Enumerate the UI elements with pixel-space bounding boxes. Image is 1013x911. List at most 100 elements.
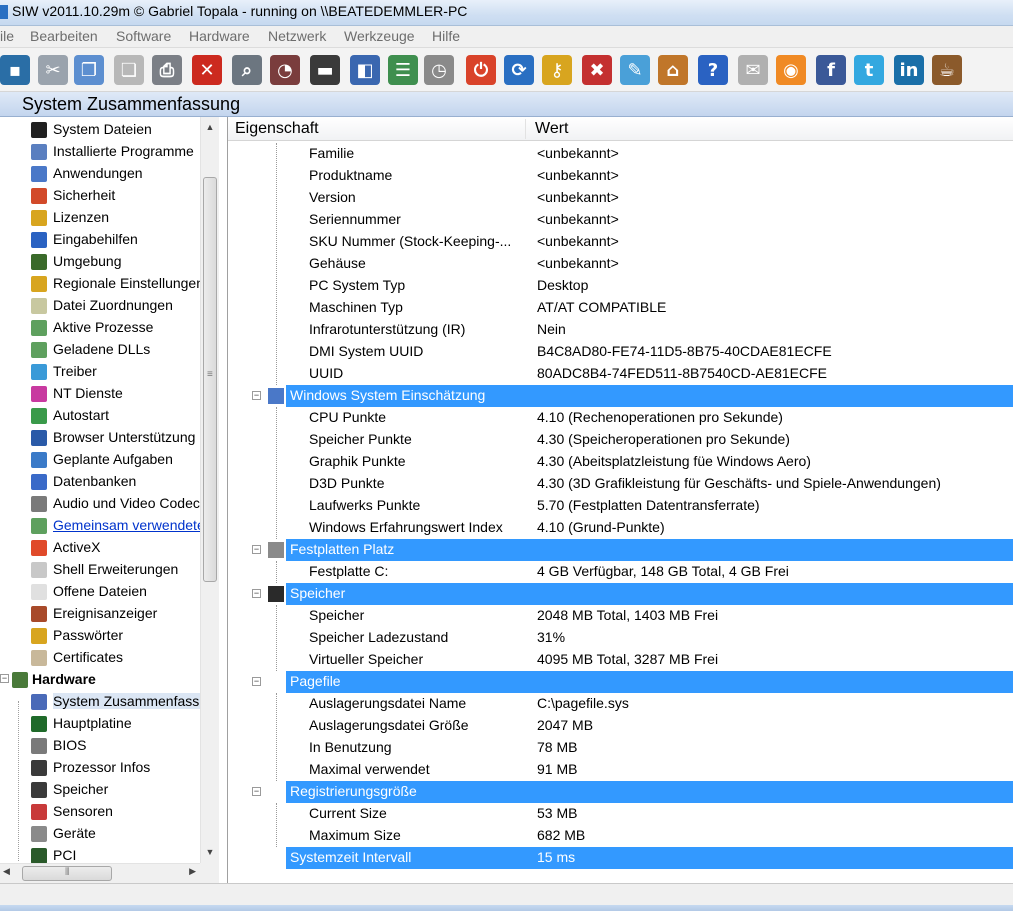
table-row[interactable]: Speicher Ladezustand 31% [228, 627, 1013, 649]
navigation-tree[interactable]: System Dateien Installierte Programme Anwe… [0, 117, 219, 883]
gauge-icon[interactable]: ◔ [270, 55, 300, 85]
tree-item[interactable]: Installierte Programme [0, 141, 200, 163]
tree-item[interactable]: Treiber [0, 361, 200, 383]
tree-item[interactable]: Browser Unterstützung [0, 427, 200, 449]
collapse-toggle-icon[interactable]: − [252, 677, 261, 686]
tree-item[interactable]: Eingabehilfen [0, 229, 200, 251]
column-header-property[interactable]: Eigenschaft [235, 120, 319, 138]
tree-item[interactable]: Geräte [0, 823, 200, 845]
tree-item[interactable]: Autostart [0, 405, 200, 427]
tree-vertical-scrollbar[interactable]: ▲ ≡ ▼ [200, 117, 219, 863]
table-row[interactable]: Maschinen Typ AT/AT COMPATIBLE [228, 297, 1013, 319]
linkedin-icon[interactable]: in [894, 55, 924, 85]
shutdown-icon[interactable]: ⏻ [466, 55, 496, 85]
menu-item-6[interactable]: Hilfe [432, 28, 460, 44]
copy-icon[interactable]: ❐ [74, 55, 104, 85]
table-row[interactable]: In Benutzung 78 MB [228, 737, 1013, 759]
table-row[interactable]: CPU Punkte 4.10 (Rechenoperationen pro Se… [228, 407, 1013, 429]
table-row[interactable]: Graphik Punkte 4.30 (Abeitsplatzleistung … [228, 451, 1013, 473]
group-row[interactable]: − Festplatten Platz [228, 539, 1013, 561]
home-icon[interactable]: ⌂ [658, 55, 688, 85]
table-row[interactable]: Produktname <unbekannt> [228, 165, 1013, 187]
help-icon[interactable]: ? [698, 55, 728, 85]
group-row[interactable]: − Speicher [228, 583, 1013, 605]
tree-item[interactable]: Datenbanken [0, 471, 200, 493]
tree-item[interactable]: System Zusammenfassung [0, 691, 200, 713]
list-icon[interactable]: ☰ [388, 55, 418, 85]
tree-item[interactable]: Speicher [0, 779, 200, 801]
group-row[interactable]: − Windows System Einschätzung [228, 385, 1013, 407]
collapse-toggle-icon[interactable]: − [0, 674, 9, 683]
tree-item[interactable]: Sicherheit [0, 185, 200, 207]
tree-item[interactable]: Umgebung [0, 251, 200, 273]
table-row[interactable]: Festplatte C: 4 GB Verfügbar, 148 GB Tota… [228, 561, 1013, 583]
table-row[interactable]: Auslagerungsdatei Name C:\pagefile.sys [228, 693, 1013, 715]
table-row[interactable]: UUID 80ADC8B4-74FED511-8B7540CD-AE81ECFE [228, 363, 1013, 385]
search-icon[interactable]: ⌕ [232, 55, 262, 85]
group-row[interactable]: − Pagefile [228, 671, 1013, 693]
mail-icon[interactable]: ✉ [738, 55, 768, 85]
table-row[interactable]: Current Size 53 MB [228, 803, 1013, 825]
key-icon[interactable]: ⚷ [542, 55, 572, 85]
table-row[interactable]: Maximum Size 682 MB [228, 825, 1013, 847]
column-separator[interactable] [525, 119, 526, 139]
coffee-icon[interactable]: ☕ [932, 55, 962, 85]
tree-item[interactable]: Lizenzen [0, 207, 200, 229]
tree-item[interactable]: BIOS [0, 735, 200, 757]
menu-item-1[interactable]: Bearbeiten [30, 28, 98, 44]
table-row[interactable]: Speicher Punkte 4.30 (Speicheroperationen… [228, 429, 1013, 451]
tree-horizontal-scrollbar[interactable]: ◀ ⦀ ▶ [0, 863, 200, 883]
menu-item-3[interactable]: Hardware [189, 28, 250, 44]
table-row[interactable]: Infrarotunterstützung (IR) Nein [228, 319, 1013, 341]
scroll-thumb[interactable]: ≡ [203, 177, 217, 582]
tree-item[interactable]: Geplante Aufgaben [0, 449, 200, 471]
monitor-icon[interactable]: ▬ [310, 55, 340, 85]
refresh-icon[interactable]: ⟳ [504, 55, 534, 85]
tree-item[interactable]: Offene Dateien [0, 581, 200, 603]
table-row[interactable]: PC System Typ Desktop [228, 275, 1013, 297]
table-row[interactable]: Windows Erfahrungswert Index 4.10 (Grund-… [228, 517, 1013, 539]
table-row[interactable]: Auslagerungsdatei Größe 2047 MB [228, 715, 1013, 737]
scroll-left-arrow-icon[interactable]: ◀ [3, 866, 10, 877]
network-icon[interactable]: ◧ [350, 55, 380, 85]
tree-item[interactable]: Ereignisanzeiger [0, 603, 200, 625]
facebook-icon[interactable]: f [816, 55, 846, 85]
cut-icon[interactable]: ✂ [38, 55, 68, 85]
tree-item[interactable]: Prozessor Infos [0, 757, 200, 779]
tree-item[interactable]: − Hardware [0, 669, 200, 691]
stop-icon[interactable]: ✕ [192, 55, 222, 85]
table-row[interactable]: DMI System UUID B4C8AD80-FE74-11D5-8B75-4… [228, 341, 1013, 363]
table-row[interactable]: D3D Punkte 4.30 (3D Grafikleistung für Ge… [228, 473, 1013, 495]
table-row[interactable]: Virtueller Speicher 4095 MB Total, 3287 M… [228, 649, 1013, 671]
scroll-down-arrow-icon[interactable]: ▼ [201, 844, 219, 861]
menu-item-2[interactable]: Software [116, 28, 171, 44]
table-row[interactable]: Laufwerks Punkte 5.70 (Festplatten Datent… [228, 495, 1013, 517]
tree-item[interactable]: Hauptplatine [0, 713, 200, 735]
collapse-toggle-icon[interactable]: − [252, 391, 261, 400]
menu-item-4[interactable]: Netzwerk [268, 28, 326, 44]
group-row[interactable]: Systemzeit Intervall 15 ms [228, 847, 1013, 869]
group-row[interactable]: − Registrierungsgröße [228, 781, 1013, 803]
horizontal-scroll-thumb[interactable]: ⦀ [22, 866, 112, 881]
table-row[interactable]: Seriennummer <unbekannt> [228, 209, 1013, 231]
tree-item[interactable]: Gemeinsam verwendete DLLs [0, 515, 200, 537]
tree-item[interactable]: Passwörter [0, 625, 200, 647]
tree-item[interactable]: Shell Erweiterungen [0, 559, 200, 581]
table-row[interactable]: Gehäuse <unbekannt> [228, 253, 1013, 275]
table-row[interactable]: Maximal verwendet 91 MB [228, 759, 1013, 781]
rss-icon[interactable]: ◉ [776, 55, 806, 85]
table-row[interactable]: Speicher 2048 MB Total, 1403 MB Frei [228, 605, 1013, 627]
tree-item[interactable]: Aktive Prozesse [0, 317, 200, 339]
save-icon[interactable]: ▪ [0, 55, 30, 85]
tree-item[interactable]: Sensoren [0, 801, 200, 823]
tree-item[interactable]: Audio und Video Codecs [0, 493, 200, 515]
tree-item[interactable]: System Dateien [0, 119, 200, 141]
collapse-toggle-icon[interactable]: − [252, 545, 261, 554]
table-row[interactable]: SKU Nummer (Stock-Keeping-... <unbekannt> [228, 231, 1013, 253]
map-icon[interactable]: ✎ [620, 55, 650, 85]
tree-item[interactable]: ActiveX [0, 537, 200, 559]
collapse-toggle-icon[interactable]: − [252, 787, 261, 796]
table-row[interactable]: Familie <unbekannt> [228, 143, 1013, 165]
menu-item-0[interactable]: ile [0, 28, 14, 44]
tree-item[interactable]: Certificates [0, 647, 200, 669]
